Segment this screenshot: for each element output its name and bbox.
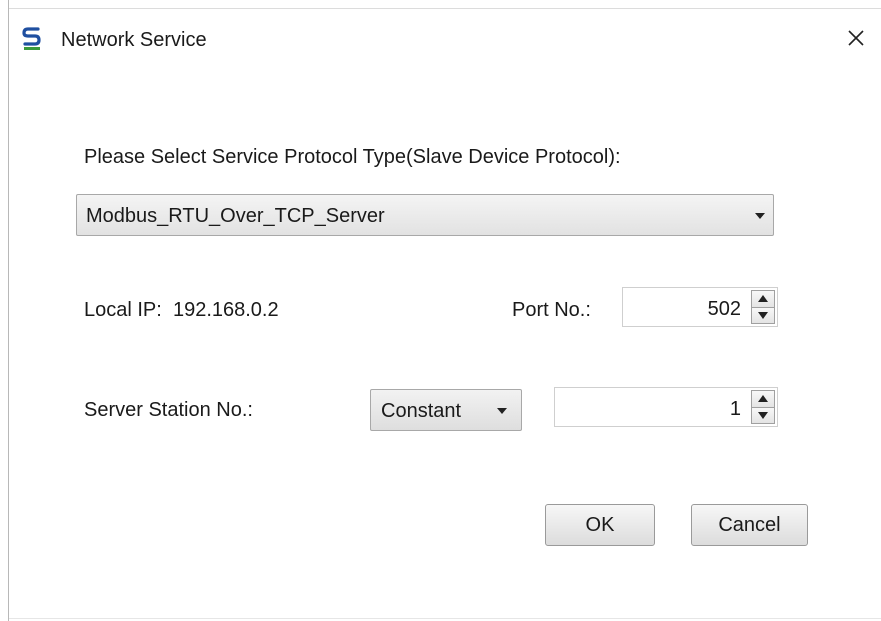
port-spinbox[interactable]: 502 <box>622 287 778 327</box>
window-bottom-border <box>9 618 881 619</box>
station-mode-value: Constant <box>381 400 462 422</box>
network-service-dialog: Network Service Please Select Service Pr… <box>0 0 881 621</box>
arrow-down-icon <box>758 411 768 419</box>
title-bar: Network Service <box>9 9 881 71</box>
protocol-prompt-label: Please Select Service Protocol Type(Slav… <box>84 146 621 168</box>
station-number-spinbox[interactable]: 1 <box>554 387 778 427</box>
window-title: Network Service <box>61 29 207 51</box>
arrow-up-icon <box>758 395 768 402</box>
close-icon <box>847 29 865 52</box>
station-spin-buttons <box>751 390 775 424</box>
station-number-value[interactable]: 1 <box>730 398 741 421</box>
port-value[interactable]: 502 <box>708 298 741 321</box>
port-increment-button[interactable] <box>751 290 775 308</box>
ok-button[interactable]: OK <box>545 504 655 546</box>
port-spin-buttons <box>751 290 775 324</box>
protocol-type-dropdown[interactable]: Modbus_RTU_Over_TCP_Server <box>76 194 774 236</box>
window-left-border <box>8 0 9 621</box>
port-decrement-button[interactable] <box>751 307 775 324</box>
chevron-down-icon <box>497 408 507 414</box>
cancel-button[interactable]: Cancel <box>691 504 808 546</box>
arrow-down-icon <box>758 311 768 319</box>
station-mode-dropdown[interactable]: Constant <box>370 389 522 431</box>
close-button[interactable] <box>841 25 871 55</box>
local-ip-caption: Local IP: <box>84 299 162 321</box>
arrow-up-icon <box>758 295 768 302</box>
station-increment-button[interactable] <box>751 390 775 408</box>
chevron-down-icon <box>755 213 765 219</box>
local-ip-value: 192.168.0.2 <box>172 299 279 321</box>
port-label: Port No.: <box>512 299 591 321</box>
app-logo-icon <box>22 26 42 52</box>
local-ip-label: Local IP: 192.168.0.2 <box>84 299 279 322</box>
protocol-selected-value: Modbus_RTU_Over_TCP_Server <box>86 205 385 227</box>
station-decrement-button[interactable] <box>751 407 775 424</box>
server-station-label: Server Station No.: <box>84 399 253 421</box>
